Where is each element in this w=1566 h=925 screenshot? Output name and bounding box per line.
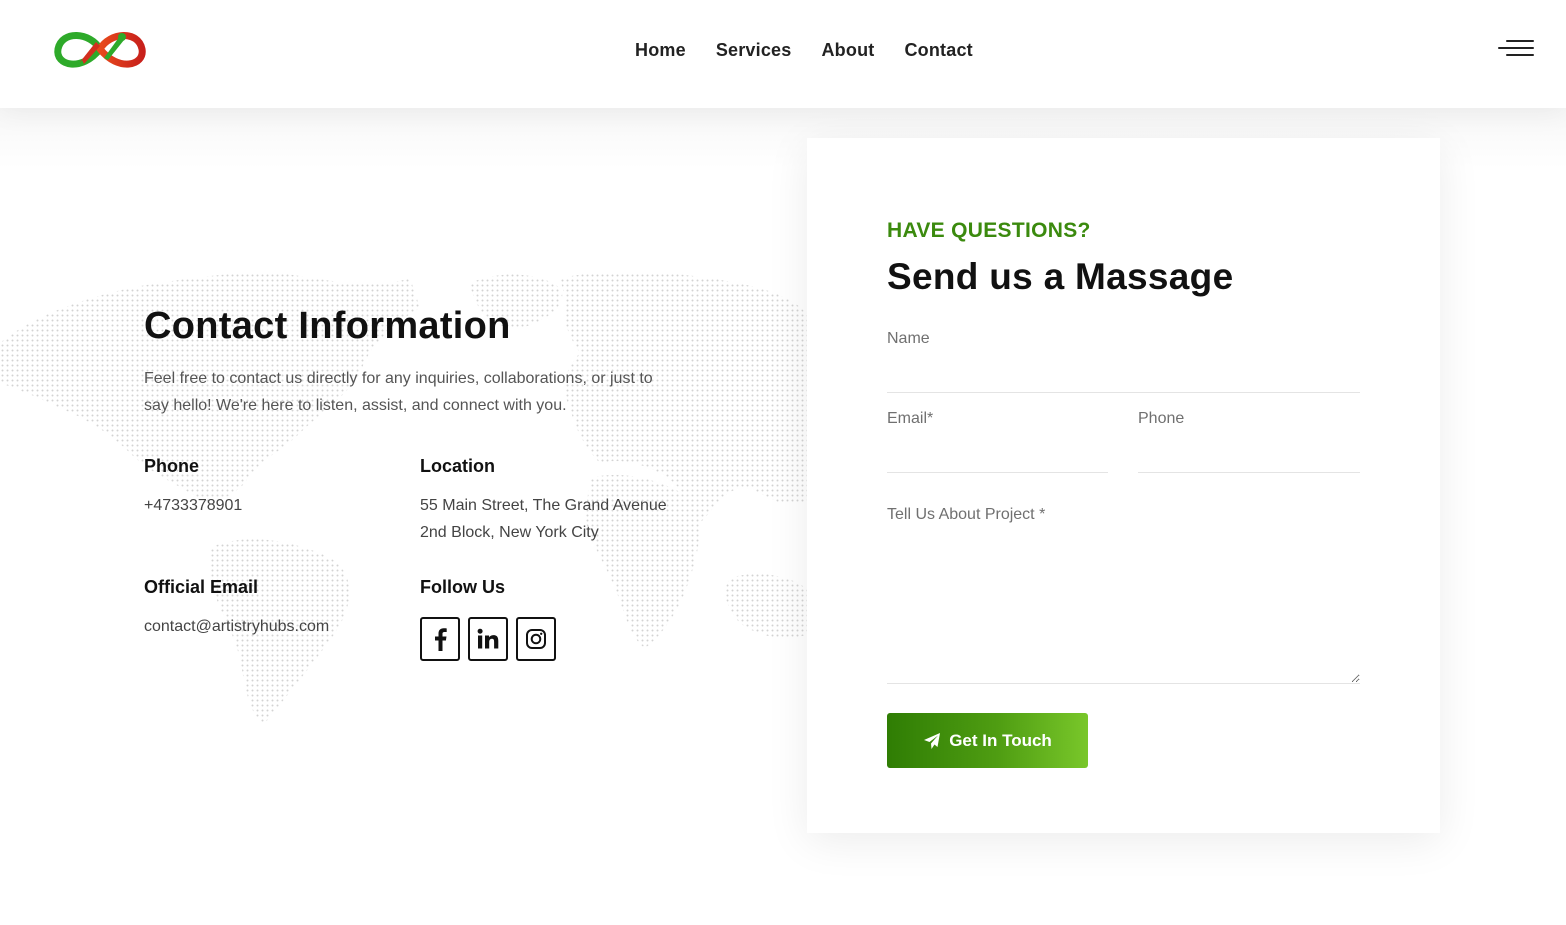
location-label: Location: [420, 456, 495, 476]
contact-section: Contact Information Feel free to contact…: [0, 108, 1566, 925]
site-header: Home Services About Contact: [0, 0, 1566, 108]
infinity-brush-logo[interactable]: [52, 20, 148, 78]
email-label: Official Email: [144, 577, 259, 597]
paper-plane-icon: [924, 732, 941, 749]
follow-block: Follow Us: [420, 575, 556, 661]
facebook-icon[interactable]: [420, 617, 460, 661]
phone-field[interactable]: [1138, 402, 1360, 473]
hamburger-menu-icon[interactable]: [1496, 36, 1536, 62]
linkedin-icon[interactable]: [468, 617, 508, 661]
get-in-touch-label: Get In Touch: [949, 730, 1052, 750]
nav-services[interactable]: Services: [701, 36, 807, 64]
nav-about[interactable]: About: [806, 36, 889, 64]
phone-block: Phone +4733378901: [144, 454, 242, 519]
contact-information: Contact Information Feel free to contact…: [144, 304, 704, 661]
main-nav: Home Services About Contact: [620, 36, 988, 64]
nav-home[interactable]: Home: [620, 36, 701, 64]
phone-label: Phone: [144, 456, 200, 476]
nav-contact[interactable]: Contact: [889, 36, 987, 64]
contact-form-card: HAVE QUESTIONS? Send us a Massage Get In…: [807, 138, 1440, 833]
location-value: 55 Main Street, The Grand Avenue 2nd Blo…: [420, 497, 667, 541]
social-links: [420, 617, 556, 661]
form-title: Send us a Massage: [887, 256, 1234, 297]
email-value[interactable]: contact@artistryhubs.com: [144, 613, 329, 640]
instagram-icon[interactable]: [516, 617, 556, 661]
email-block: Official Email contact@artistryhubs.com: [144, 575, 329, 640]
contact-info-description: Feel free to contact us directly for any…: [144, 370, 653, 414]
contact-info-title: Contact Information: [144, 305, 511, 347]
email-field[interactable]: [887, 402, 1108, 473]
get-in-touch-button[interactable]: Get In Touch: [887, 713, 1088, 768]
phone-value[interactable]: +4733378901: [144, 492, 242, 519]
form-eyebrow: HAVE QUESTIONS?: [887, 219, 1091, 242]
project-field[interactable]: [887, 504, 1360, 684]
name-field[interactable]: [887, 322, 1360, 393]
follow-label: Follow Us: [420, 577, 505, 597]
location-block: Location 55 Main Street, The Grand Avenu…: [420, 454, 680, 546]
